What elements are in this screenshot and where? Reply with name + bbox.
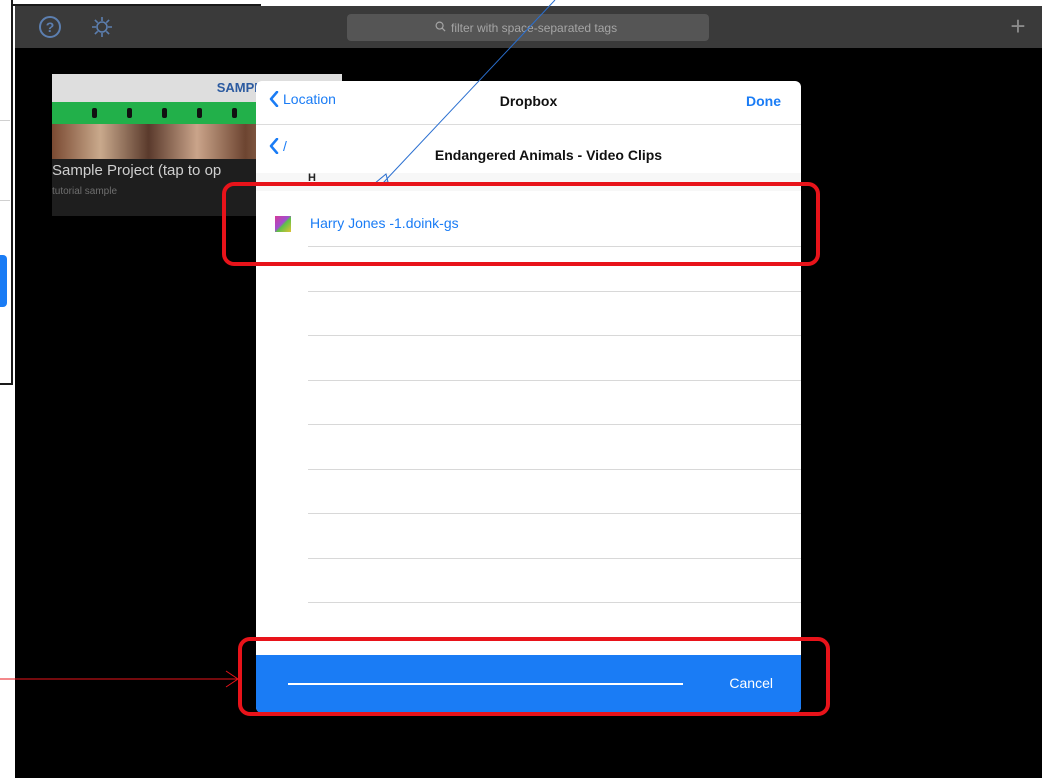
top-toolbar: ? + <box>15 6 1042 48</box>
folder-path-bar: / Endangered Animals - Video Clips <box>256 125 801 173</box>
divider <box>0 200 10 201</box>
dialog-title: Dropbox <box>499 93 558 109</box>
location-back-button[interactable]: Location <box>268 91 336 107</box>
selected-tab-edge <box>0 255 7 307</box>
svg-text:?: ? <box>46 19 55 35</box>
chevron-left-icon <box>269 138 279 154</box>
row-separator <box>308 558 801 559</box>
search-field[interactable] <box>347 14 709 41</box>
row-separator <box>308 424 801 425</box>
annotation-highlight-file-row <box>222 182 820 266</box>
annotation-highlight-cancel-bar <box>238 637 830 716</box>
row-separator <box>308 291 801 292</box>
row-separator <box>308 380 801 381</box>
search-input[interactable] <box>451 20 621 35</box>
dropbox-picker-dialog: Location Dropbox Done / Endangered Anima… <box>256 81 801 713</box>
project-name: Sample Project (tap to op <box>52 162 222 179</box>
dialog-nav-bar: Location Dropbox Done <box>256 81 801 125</box>
gear-icon[interactable] <box>89 14 115 40</box>
search-icon <box>435 21 446 35</box>
add-icon[interactable]: + <box>1005 12 1031 42</box>
location-back-label: Location <box>283 91 336 107</box>
row-separator <box>308 335 801 336</box>
row-separator <box>308 469 801 470</box>
row-separator <box>308 513 801 514</box>
chevron-left-icon <box>269 91 279 107</box>
parent-folder-button[interactable]: / <box>268 138 287 154</box>
help-icon[interactable]: ? <box>37 14 63 40</box>
row-separator <box>308 602 801 603</box>
done-button[interactable]: Done <box>746 93 781 109</box>
project-subtitle: tutorial sample <box>52 186 118 197</box>
folder-title: Endangered Animals - Video Clips <box>434 147 663 163</box>
background-window-edge <box>0 0 13 385</box>
parent-folder-label: / <box>283 138 287 154</box>
divider <box>0 120 10 121</box>
